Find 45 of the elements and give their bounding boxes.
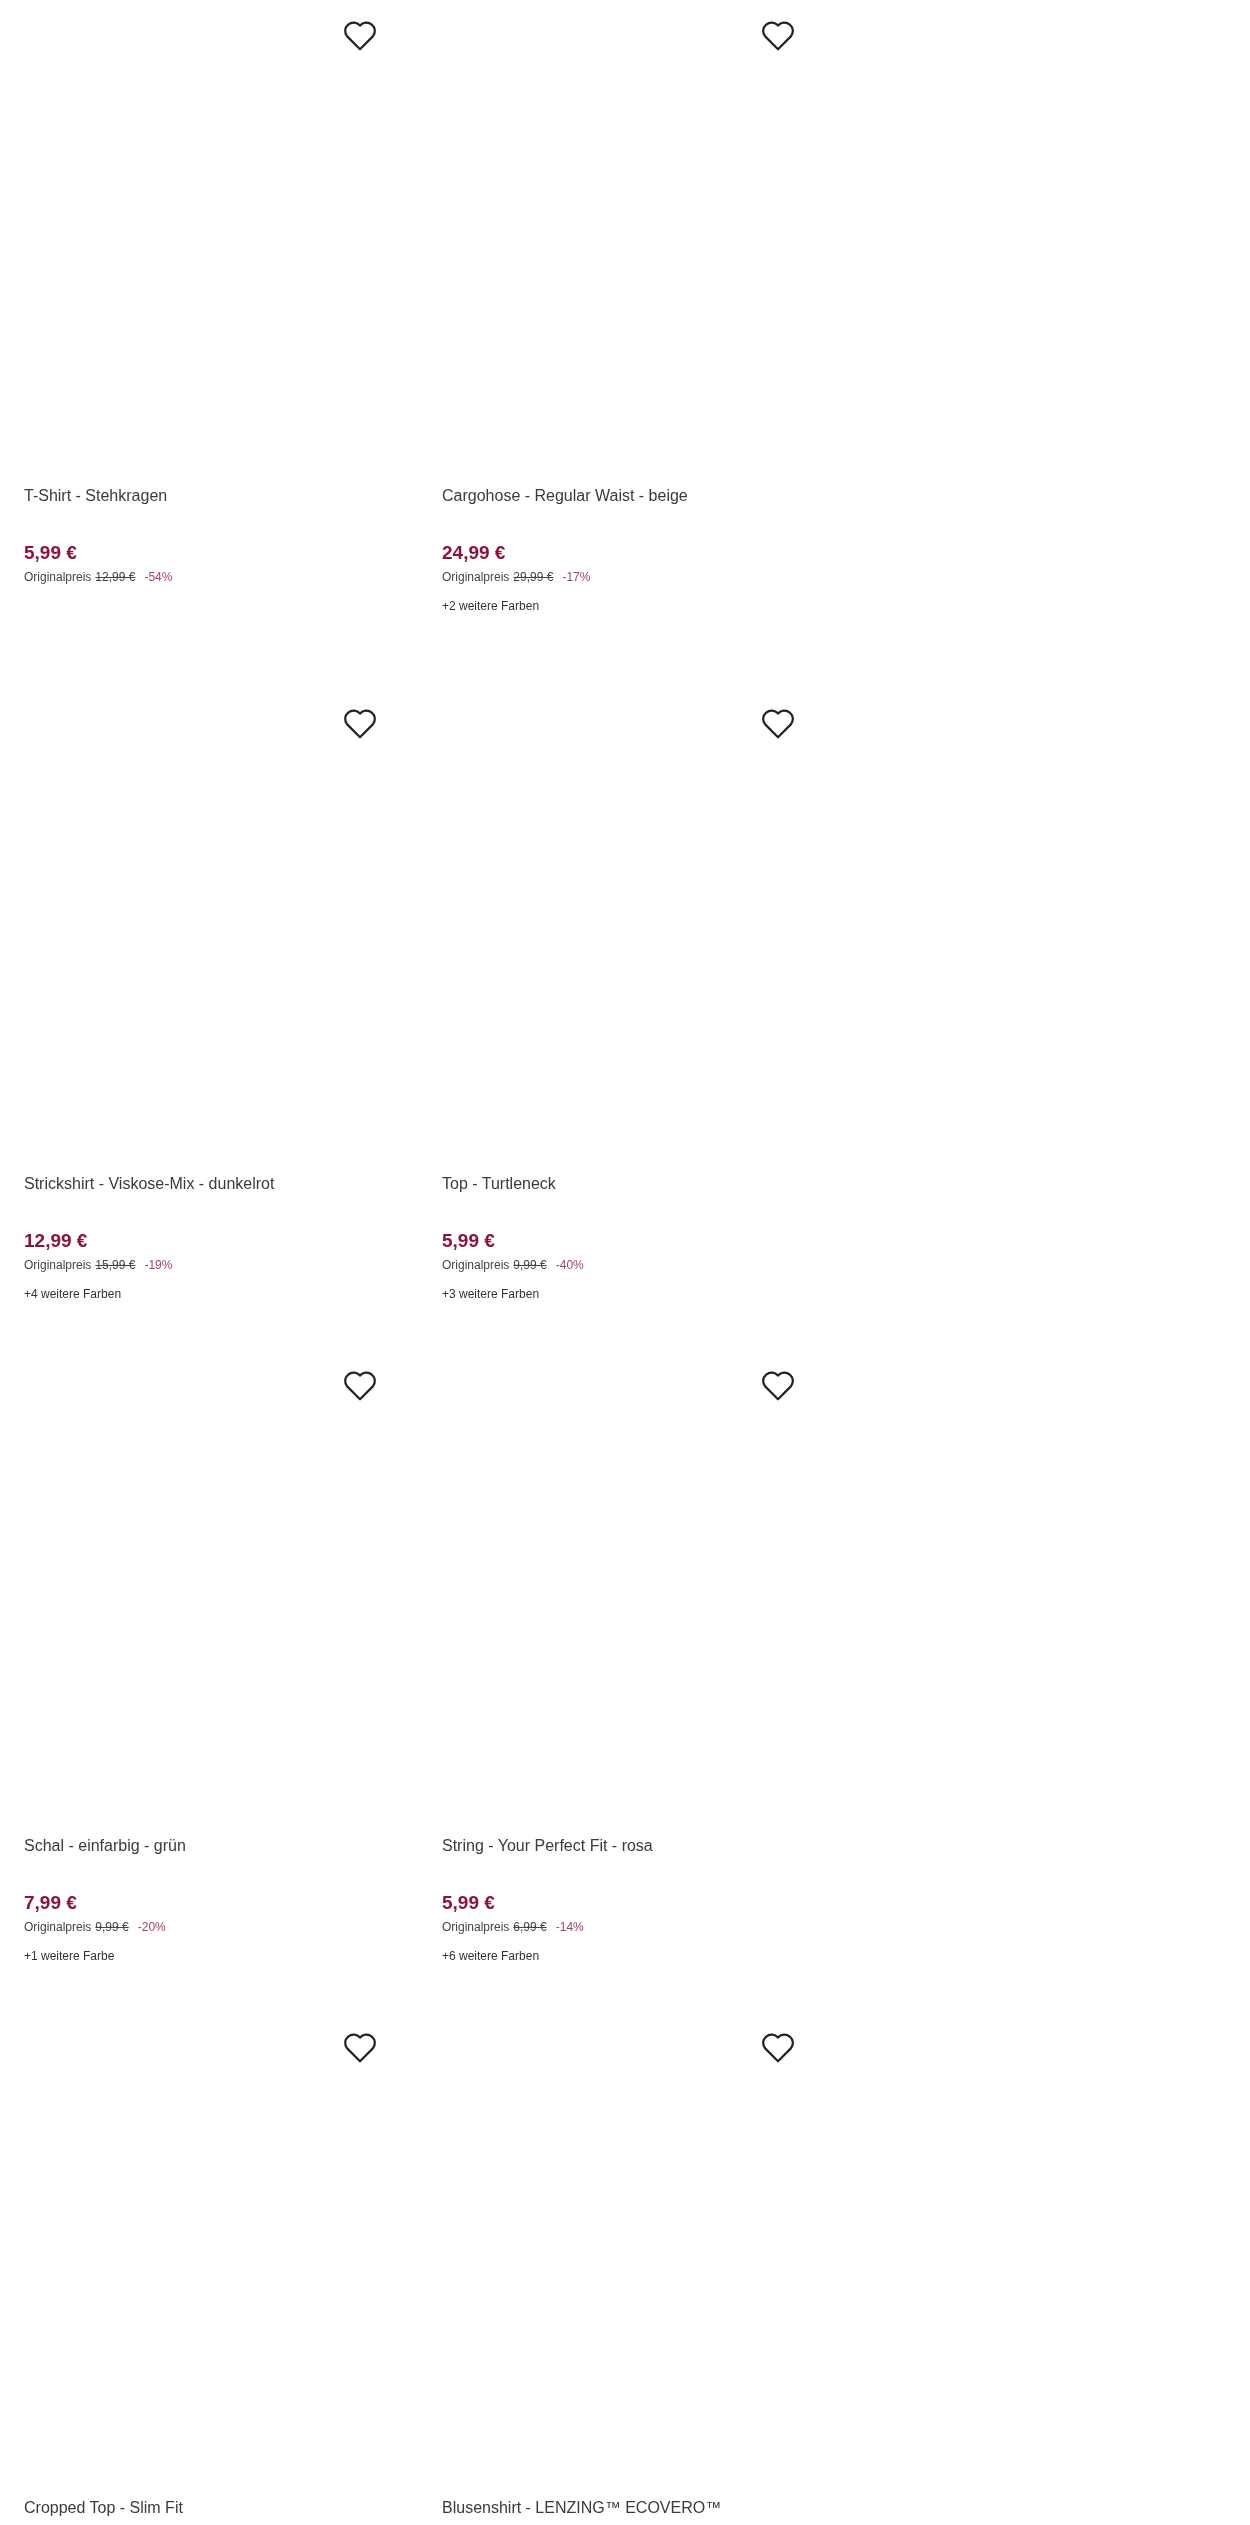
discount-label: -14% — [555, 1920, 584, 1934]
more-colors-label: +4 weitere Farben — [24, 1286, 123, 1302]
more-colors-label: +2 weitere Farben — [442, 598, 541, 614]
sale-price: 5,99 € — [442, 1229, 496, 1253]
original-price: 9,99 € — [513, 1258, 547, 1272]
sale-price: 24,99 € — [442, 541, 507, 565]
heart-icon[interactable] — [342, 19, 378, 51]
discount-label: -40% — [555, 1258, 584, 1272]
more-colors-label: +1 weitere Farbe — [24, 1948, 116, 1964]
original-price: 6,99 € — [513, 1920, 547, 1934]
product-title[interactable]: Strickshirt - Viskose-Mix - dunkelrot — [24, 1173, 378, 1195]
product-title[interactable]: Cropped Top - Slim Fit — [24, 2497, 378, 2519]
more-colors-label: +6 weitere Farben — [442, 1948, 541, 1964]
discount-label: -54% — [144, 570, 173, 584]
sale-price: 5,99 € — [24, 541, 78, 565]
product-title[interactable]: Top - Turtleneck — [442, 1173, 796, 1195]
original-price: 15,99 € — [95, 1258, 136, 1272]
sale-price: 12,99 € — [24, 1229, 89, 1253]
original-price: 9,99 € — [95, 1920, 129, 1934]
more-colors-label: +3 weitere Farben — [442, 1286, 541, 1302]
original-price-label: Originalpreis — [442, 1920, 510, 1934]
product-title[interactable]: Blusenshirt - LENZING™ ECOVERO™ — [442, 2497, 796, 2519]
sale-price: 5,99 € — [442, 1891, 496, 1915]
product-title[interactable]: Schal - einfarbig - grün — [24, 1835, 378, 1857]
product-title[interactable]: T-Shirt - Stehkragen — [24, 485, 378, 507]
original-price-label: Originalpreis — [24, 1258, 92, 1272]
heart-icon[interactable] — [342, 1369, 378, 1401]
original-price-label: Originalpreis — [24, 570, 92, 584]
discount-label: -19% — [144, 1258, 173, 1272]
heart-icon[interactable] — [760, 2031, 796, 2063]
original-price: 29,99 € — [513, 570, 554, 584]
discount-label: -20% — [137, 1920, 166, 1934]
sale-price: 7,99 € — [24, 1891, 78, 1915]
discount-label: -17% — [562, 570, 591, 584]
heart-icon[interactable] — [342, 2031, 378, 2063]
product-title[interactable]: Cargohose - Regular Waist - beige — [442, 485, 796, 507]
heart-icon[interactable] — [342, 707, 378, 739]
heart-icon[interactable] — [760, 1369, 796, 1401]
original-price-label: Originalpreis — [442, 570, 510, 584]
original-price-label: Originalpreis — [24, 1920, 92, 1934]
original-price: 12,99 € — [95, 570, 136, 584]
heart-icon[interactable] — [760, 19, 796, 51]
product-title[interactable]: String - Your Perfect Fit - rosa — [442, 1835, 796, 1857]
heart-icon[interactable] — [760, 707, 796, 739]
original-price-label: Originalpreis — [442, 1258, 510, 1272]
